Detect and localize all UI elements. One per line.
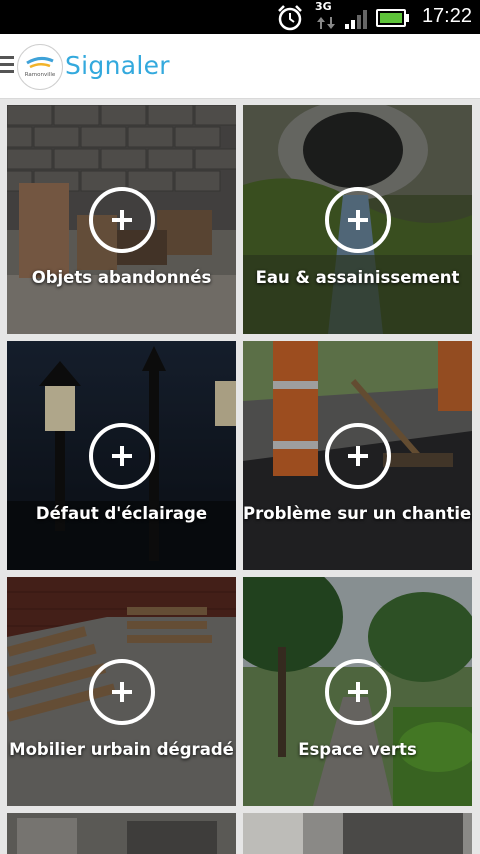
tile-label: Eau & assainissement — [255, 268, 460, 287]
plus-circle-icon — [325, 423, 391, 489]
tile-eau-assainissement[interactable]: Eau & assainissement — [243, 105, 472, 334]
tile-probleme-chantier[interactable]: Problème sur un chantier — [243, 341, 472, 570]
signal-icon — [345, 10, 367, 29]
battery-icon — [376, 9, 409, 27]
page-title: Signaler — [65, 51, 170, 80]
category-grid: Objets abandonnés Eau & assainissement D… — [0, 99, 480, 854]
tile-mobilier-urbain[interactable]: Mobilier urbain dégradé — [7, 577, 236, 806]
tile-label: Objets abandonnés — [31, 268, 212, 287]
network-3g-icon: 3G — [313, 0, 339, 32]
tile-defaut-eclairage[interactable]: Défaut d'éclairage — [7, 341, 236, 570]
tile-espace-verts[interactable]: Espace verts — [243, 577, 472, 806]
app-logo[interactable]: Ramonville — [17, 44, 63, 90]
logo-text: Ramonville — [25, 72, 56, 78]
app-bar: Ramonville Signaler — [0, 34, 480, 99]
status-bar: 3G 17:22 — [0, 0, 480, 34]
plus-circle-icon — [89, 659, 155, 725]
clock: 17:22 — [421, 5, 472, 27]
tile-partial-left[interactable] — [7, 813, 236, 854]
plus-circle-icon — [89, 187, 155, 253]
hamburger-icon[interactable] — [0, 56, 14, 74]
tile-label: Espace verts — [298, 740, 417, 759]
plus-circle-icon — [325, 659, 391, 725]
tile-partial-right[interactable] — [243, 813, 472, 854]
tile-label: Problème sur un chantier — [243, 504, 472, 523]
plus-circle-icon — [325, 187, 391, 253]
tile-label: Défaut d'éclairage — [35, 504, 208, 523]
tile-label: Mobilier urbain dégradé — [9, 740, 234, 759]
network-label: 3G — [315, 0, 332, 13]
tile-objets-abandonnes[interactable]: Objets abandonnés — [7, 105, 236, 334]
plus-circle-icon — [89, 423, 155, 489]
alarm-icon — [278, 5, 302, 31]
